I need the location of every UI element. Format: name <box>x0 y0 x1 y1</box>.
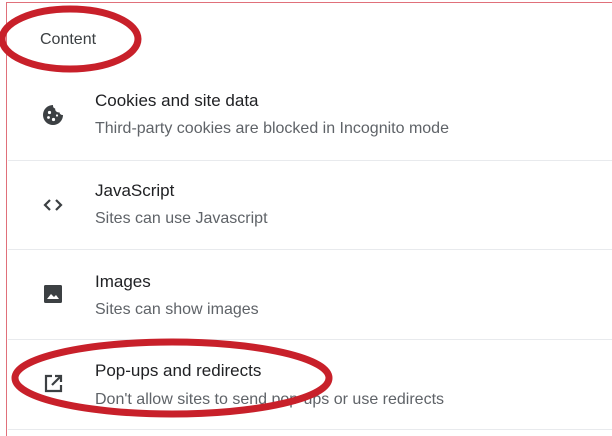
settings-row-images[interactable]: Images Sites can show images <box>8 250 612 340</box>
popups-subtitle: Don't allow sites to send pop-ups or use… <box>95 391 445 408</box>
cookie-icon <box>40 102 66 128</box>
open-in-new-icon <box>40 371 66 397</box>
javascript-subtitle: Sites can use Javascript <box>95 210 268 227</box>
cookies-title: Cookies and site data <box>95 91 259 110</box>
section-title: Content <box>40 31 97 48</box>
images-title: Images <box>95 272 151 291</box>
images-subtitle: Sites can show images <box>95 301 259 318</box>
popups-title: Pop-ups and redirects <box>95 361 262 380</box>
javascript-title: JavaScript <box>95 181 175 200</box>
settings-row-popups[interactable]: Pop-ups and redirects Don't allow sites … <box>8 340 612 430</box>
settings-row-javascript[interactable]: JavaScript Sites can use Javascript <box>8 161 612 250</box>
cookies-subtitle: Third-party cookies are blocked in Incog… <box>95 120 449 137</box>
settings-row-cookies[interactable]: Cookies and site data Third-party cookie… <box>8 72 612 161</box>
image-icon <box>40 281 66 307</box>
frame-top-border <box>6 2 612 3</box>
frame-left-border <box>6 2 7 436</box>
code-icon <box>40 192 66 218</box>
